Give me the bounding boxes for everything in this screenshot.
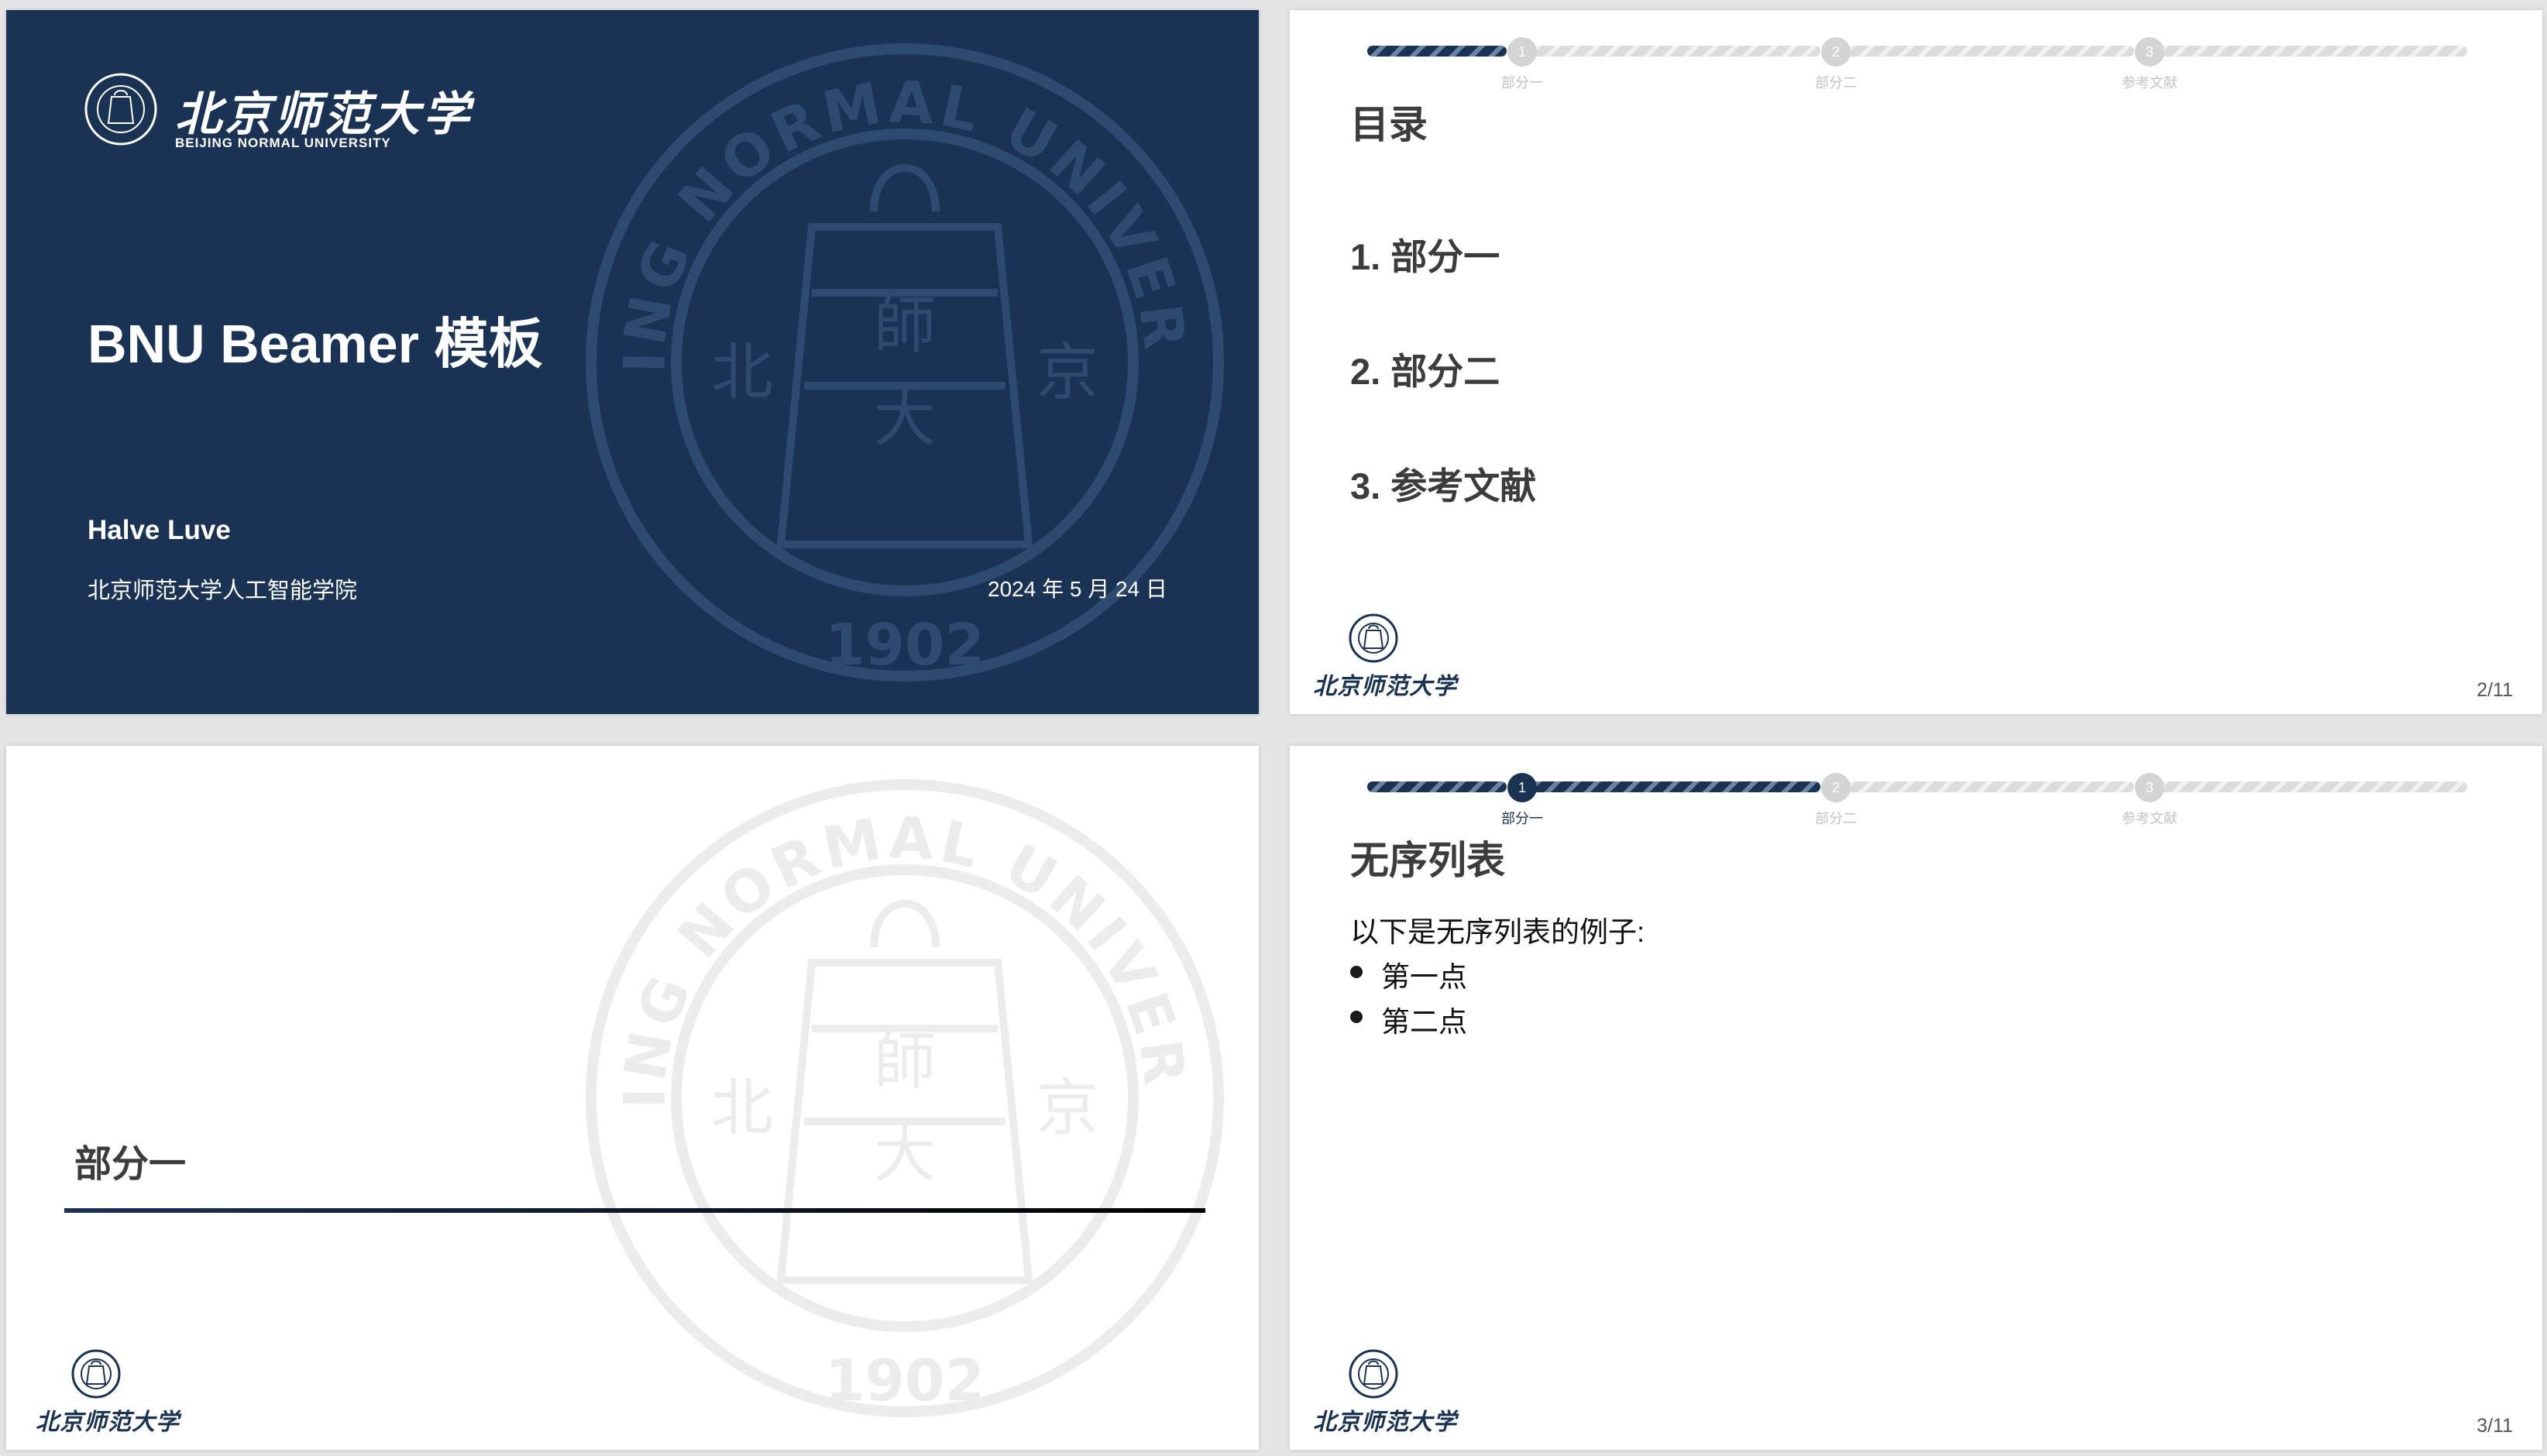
progress-node-2[interactable]: 2 bbox=[1821, 37, 1851, 67]
institute: 北京师范大学人工智能学院 bbox=[88, 579, 358, 603]
university-seal-watermark: BEIJING NORMAL UNIVERSITY 1902 師 大 北 京 bbox=[579, 773, 1224, 1417]
progress-label-3[interactable]: 参考文献 bbox=[2122, 72, 2177, 92]
progress-node-2[interactable]: 2 bbox=[1821, 773, 1851, 802]
progress-segment bbox=[1522, 46, 1820, 57]
logo-english-name: BEIJING NORMAL UNIVERSITY bbox=[175, 136, 391, 150]
progress-segment bbox=[1367, 781, 1507, 792]
progress-segment bbox=[2150, 781, 2467, 792]
bullet-icon bbox=[1350, 1011, 1363, 1023]
progress-label-3[interactable]: 参考文献 bbox=[2122, 808, 2177, 828]
progress-segment bbox=[1836, 781, 2134, 792]
section-title: 部分一 bbox=[74, 1144, 187, 1185]
section-slide: BEIJING NORMAL UNIVERSITY 1902 師 大 北 京 部… bbox=[6, 746, 1259, 1450]
footer-logo: 北京师范大学 bbox=[1313, 1348, 1456, 1441]
list-slide: 1 2 3 部分一 部分二 参考文献 无序列表 以下是无序列表的例子: 第一点 … bbox=[1290, 746, 2542, 1450]
progress-segment bbox=[1367, 46, 1507, 57]
progress-label-1[interactable]: 部分一 bbox=[1501, 72, 1543, 92]
watermark-glyph-jing: 京 bbox=[1036, 336, 1098, 408]
progress-label-1[interactable]: 部分一 bbox=[1501, 808, 1543, 828]
section-progress-bar: 1 2 3 部分一 部分二 参考文献 bbox=[1367, 24, 2467, 91]
presentation-title: BNU Beamer 模板 bbox=[88, 314, 543, 374]
progress-node-3[interactable]: 3 bbox=[2135, 37, 2164, 67]
list-item-text: 第一点 bbox=[1381, 961, 1467, 993]
progress-label-2[interactable]: 部分二 bbox=[1815, 808, 1857, 828]
author: Halve Luve bbox=[88, 515, 231, 545]
list-intro: 以下是无序列表的例子: bbox=[1350, 916, 1645, 948]
footer-logo: 北京师范大学 bbox=[36, 1348, 179, 1441]
footer-logo-text: 北京师范大学 bbox=[1313, 673, 1457, 700]
seal-icon bbox=[1349, 1349, 1398, 1399]
list-item-text: 第二点 bbox=[1381, 1006, 1467, 1038]
toc-item-2[interactable]: 2. 部分二 bbox=[1350, 342, 1500, 395]
list-item: 第一点 bbox=[1350, 953, 1467, 995]
progress-segment bbox=[1522, 781, 1820, 792]
watermark-glyph-shi: 師 bbox=[874, 1025, 936, 1097]
progress-node-3[interactable]: 3 bbox=[2135, 773, 2164, 802]
watermark-glyph-bei: 北 bbox=[711, 1072, 773, 1144]
watermark-glyph-shi: 師 bbox=[874, 290, 936, 362]
progress-node-1[interactable]: 1 bbox=[1507, 37, 1537, 67]
section-divider bbox=[64, 1208, 1205, 1213]
title-slide: BEIJING NORMAL UNIVERSITY 1902 師 大 北 京 北… bbox=[6, 10, 1259, 714]
toc-slide: 1 2 3 部分一 部分二 参考文献 目录 1. 部分一 2. 部分二 3. 参… bbox=[1290, 10, 2542, 714]
footer-logo: 北京师范大学 bbox=[1313, 613, 1456, 706]
bullet-icon bbox=[1350, 966, 1363, 978]
watermark-glyph-da: 大 bbox=[874, 383, 936, 455]
watermark-glyph-bei: 北 bbox=[711, 336, 773, 408]
frame-title: 目录 bbox=[1350, 103, 1428, 146]
logo-chinese-name: 北京师范大学 bbox=[175, 88, 473, 142]
toc-item-3[interactable]: 3. 参考文献 bbox=[1350, 456, 1536, 510]
page-number: 2/11 bbox=[2477, 679, 2513, 701]
seal-icon bbox=[1349, 613, 1398, 663]
progress-segment bbox=[2150, 46, 2467, 57]
seal-icon bbox=[84, 73, 157, 146]
progress-segment bbox=[1836, 46, 2134, 57]
watermark-glyph-da: 大 bbox=[874, 1118, 936, 1190]
date: 2024 年 5 月 24 日 bbox=[988, 577, 1167, 601]
watermark-glyph-jing: 京 bbox=[1036, 1072, 1098, 1144]
footer-logo-text: 北京师范大学 bbox=[36, 1409, 180, 1436]
toc-item-1[interactable]: 1. 部分一 bbox=[1350, 227, 1500, 280]
watermark-year: 1902 bbox=[825, 1348, 985, 1414]
list-item: 第二点 bbox=[1350, 998, 1467, 1040]
watermark-year: 1902 bbox=[825, 612, 985, 678]
seal-icon bbox=[71, 1349, 121, 1399]
footer-logo-text: 北京师范大学 bbox=[1313, 1409, 1457, 1436]
page-number: 3/11 bbox=[2477, 1415, 2513, 1437]
frame-title: 无序列表 bbox=[1350, 839, 1505, 882]
section-progress-bar: 1 2 3 部分一 部分二 参考文献 bbox=[1367, 760, 2467, 826]
progress-node-1[interactable]: 1 bbox=[1507, 773, 1537, 802]
progress-label-2[interactable]: 部分二 bbox=[1815, 72, 1857, 92]
